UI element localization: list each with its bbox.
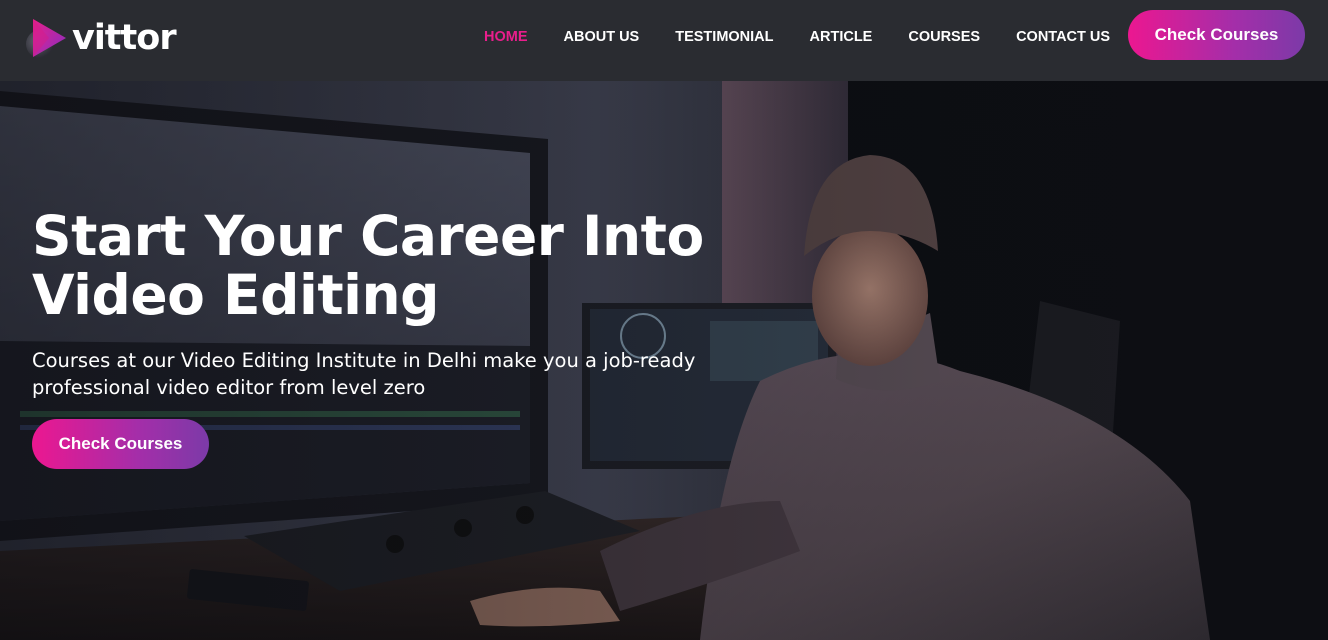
hero-section: Start Your Career Into Video Editing Cou… [0,81,1328,640]
header-check-courses-button[interactable]: Check Courses [1128,10,1305,60]
site-header: vittor HOME ABOUT US TESTIMONIAL ARTICLE… [0,0,1328,81]
nav-item-about-us[interactable]: ABOUT US [564,29,640,45]
nav-item-courses[interactable]: COURSES [908,29,980,45]
nav-item-testimonial[interactable]: TESTIMONIAL [675,29,773,45]
site-logo[interactable]: vittor [24,16,177,60]
nav-item-contact-us[interactable]: CONTACT US [1016,29,1110,45]
play-logo-icon [24,16,68,60]
hero-subtitle: Courses at our Video Editing Institute i… [32,349,696,399]
nav-item-home[interactable]: HOME [484,29,528,45]
hero-check-courses-button[interactable]: Check Courses [32,419,209,469]
main-nav: HOME ABOUT US TESTIMONIAL ARTICLE COURSE… [466,0,1128,73]
brand-name: vittor [72,18,177,58]
nav-item-article[interactable]: ARTICLE [810,29,873,45]
hero-title: Start Your Career Into Video Editing [32,204,704,327]
